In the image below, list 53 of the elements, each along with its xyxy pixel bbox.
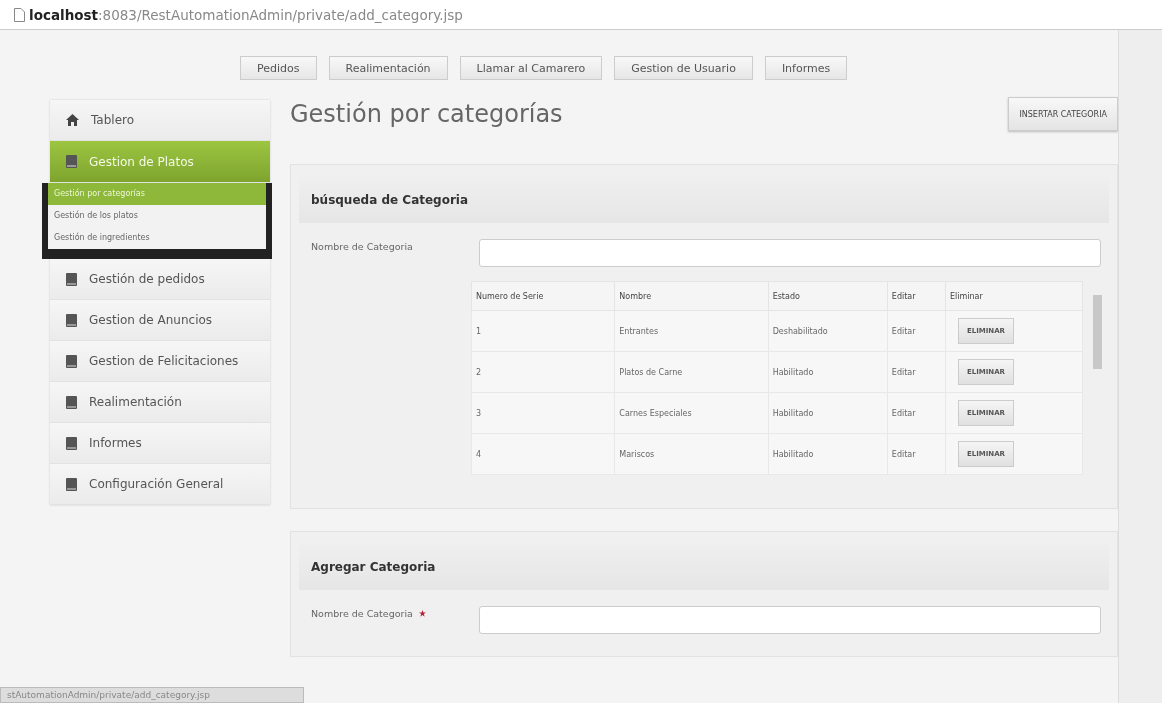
column-header: Estado	[768, 281, 888, 311]
column-header: Nombre	[614, 281, 769, 311]
category-name-field[interactable]	[479, 606, 1101, 634]
table-cell: Habilitado	[768, 433, 888, 475]
nav-tab[interactable]: Informes	[764, 56, 848, 80]
book-icon	[66, 395, 77, 409]
sidebar-item[interactable]: Realimentación	[50, 382, 270, 423]
book-icon	[66, 155, 77, 168]
column-header: Numero de Serie	[471, 281, 615, 311]
table-cell: 4	[471, 433, 615, 475]
book-icon	[66, 436, 77, 450]
column-header: Editar	[887, 281, 946, 311]
page-title: Gestión por categorías	[290, 100, 563, 128]
table-cell: Carnes Especiales	[614, 392, 769, 434]
submenu-item[interactable]: Gestión de ingredientes	[48, 227, 266, 249]
sidebar-item[interactable]: Tablero	[50, 100, 270, 141]
insert-category-button[interactable]: INSERTAR CATEGORIA	[1008, 97, 1118, 131]
book-icon	[66, 313, 77, 327]
edit-link[interactable]: Editar	[891, 367, 916, 377]
table-cell: Deshabilitado	[768, 310, 888, 352]
sidebar-item[interactable]: Configuración General	[50, 464, 270, 505]
column-header: Eliminar	[945, 281, 1083, 311]
field-label: Nombre de Categoria	[311, 240, 414, 252]
book-icon	[66, 477, 77, 491]
table-cell: Mariscos	[614, 433, 769, 475]
nav-tab[interactable]: Llamar al Camarero	[459, 56, 603, 80]
table-cell: Habilitado	[768, 392, 888, 434]
sidebar-item[interactable]: Gestion de Felicitaciones	[50, 341, 270, 382]
sidebar-item[interactable]: Gestión de pedidos	[50, 259, 270, 300]
table-cell: Entrantes	[614, 310, 769, 352]
edit-link[interactable]: Editar	[891, 408, 916, 418]
field-label: Nombre de Categoria	[311, 607, 414, 619]
table-cell: 2	[471, 351, 615, 393]
submenu-item[interactable]: Gestión de los platos	[48, 205, 266, 227]
edit-link[interactable]: Editar	[891, 449, 916, 459]
table-cell: Habilitado	[768, 351, 888, 393]
nav-tab[interactable]: Gestion de Usuario	[614, 56, 753, 80]
home-icon	[66, 114, 79, 126]
table-cell: Platos de Carne	[614, 351, 769, 393]
panel-title: búsqueda de Categoria	[311, 193, 469, 207]
table-cell: 1	[471, 310, 615, 352]
category-name-field[interactable]	[479, 239, 1101, 267]
page-icon	[14, 7, 25, 22]
nav-tab[interactable]: Pedidos	[240, 56, 317, 80]
edit-link[interactable]: Editar	[891, 326, 916, 336]
nav-tab[interactable]: Realimentación	[328, 56, 448, 80]
book-icon	[66, 354, 77, 368]
sidebar-item[interactable]: Gestion de Anuncios	[50, 300, 270, 341]
table-cell: 3	[471, 392, 615, 434]
sidebar-item[interactable]: Informes	[50, 423, 270, 464]
panel-title: Agregar Categoria	[311, 560, 436, 574]
book-icon	[66, 272, 77, 286]
status-bar: stAutomationAdmin/private/add_category.jsp	[0, 687, 304, 703]
